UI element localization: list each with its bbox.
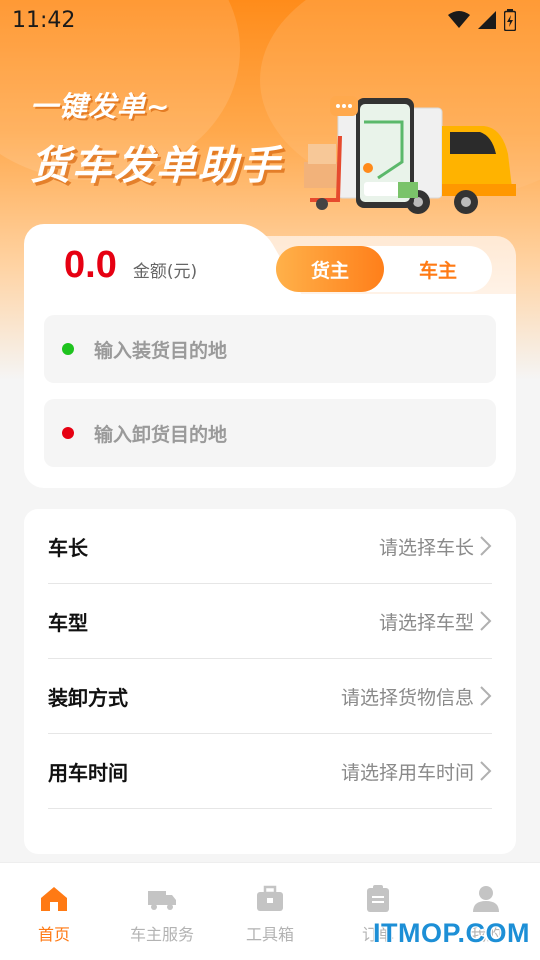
unload-dot-icon <box>62 427 74 439</box>
form-label: 装卸方式 <box>48 685 128 710</box>
amount-unit: 金额(元) <box>132 262 198 282</box>
form-label: 车型 <box>48 610 88 635</box>
toolbox-icon <box>257 885 283 911</box>
tab-label: 首页 <box>37 925 70 944</box>
tab-label: 工具箱 <box>245 925 294 944</box>
status-time: 11:42 <box>12 7 76 33</box>
role-shipper-button[interactable]: 货主 <box>276 246 384 292</box>
vehicle-form: 车长 请选择车长 车型 请选择车型 装卸方式 请选择货物信息 用车时间 请选择用… <box>24 509 516 854</box>
form-row-vehicle-type[interactable]: 车型 请选择车型 <box>48 584 492 659</box>
form-value: 请选择用车时间 <box>340 761 474 784</box>
truck-icon <box>148 891 176 910</box>
chevron-right-icon <box>480 761 492 781</box>
tab-toolbox[interactable]: 工具箱 <box>216 863 324 960</box>
banner-line1: 一键发单~ <box>30 90 171 123</box>
tab-home[interactable]: 首页 <box>0 863 108 960</box>
unload-address-input[interactable]: 输入卸货目的地 <box>44 399 496 467</box>
clipboard-icon <box>367 885 389 912</box>
tab-driver-service[interactable]: 车主服务 <box>108 863 216 960</box>
banner-slogan: 一键发单~ 货车发单助手 <box>30 85 282 191</box>
banner-line2: 货车发单助手 <box>30 143 282 189</box>
form-value: 请选择车长 <box>378 536 474 559</box>
signal-icon <box>478 11 496 29</box>
tab-label: 车主服务 <box>129 925 194 944</box>
role-toggle: 货主 车主 <box>276 246 492 292</box>
unload-address-placeholder: 输入卸货目的地 <box>94 423 228 446</box>
chevron-right-icon <box>480 536 492 556</box>
wifi-icon <box>448 11 470 28</box>
chevron-right-icon <box>480 611 492 631</box>
truck-phone-illustration <box>304 96 516 214</box>
status-bar: 11:42 <box>0 0 540 40</box>
load-address-input[interactable]: 输入装货目的地 <box>44 315 496 383</box>
amount-display: 0.0 金额(元) <box>64 244 197 287</box>
form-row-vehicle-length[interactable]: 车长 请选择车长 <box>48 509 492 584</box>
load-dot-icon <box>62 343 74 355</box>
battery-icon <box>504 9 516 31</box>
amount-value: 0.0 <box>64 244 117 286</box>
home-icon <box>41 887 67 911</box>
form-value: 请选择货物信息 <box>340 686 474 709</box>
form-row-loading-method[interactable]: 装卸方式 请选择货物信息 <box>48 659 492 734</box>
role-driver-button[interactable]: 车主 <box>384 246 492 292</box>
form-label: 用车时间 <box>48 760 128 785</box>
order-card: 0.0 金额(元) 货主 车主 输入装货目的地 输入卸货目的地 <box>24 224 516 488</box>
user-icon <box>473 886 499 912</box>
form-value: 请选择车型 <box>378 611 474 634</box>
form-row-use-time[interactable]: 用车时间 请选择用车时间 <box>48 734 492 809</box>
chevron-right-icon <box>480 686 492 706</box>
form-label: 车长 <box>48 535 88 560</box>
watermark-text: ITMOP.COM <box>372 918 530 948</box>
load-address-placeholder: 输入装货目的地 <box>94 339 228 362</box>
